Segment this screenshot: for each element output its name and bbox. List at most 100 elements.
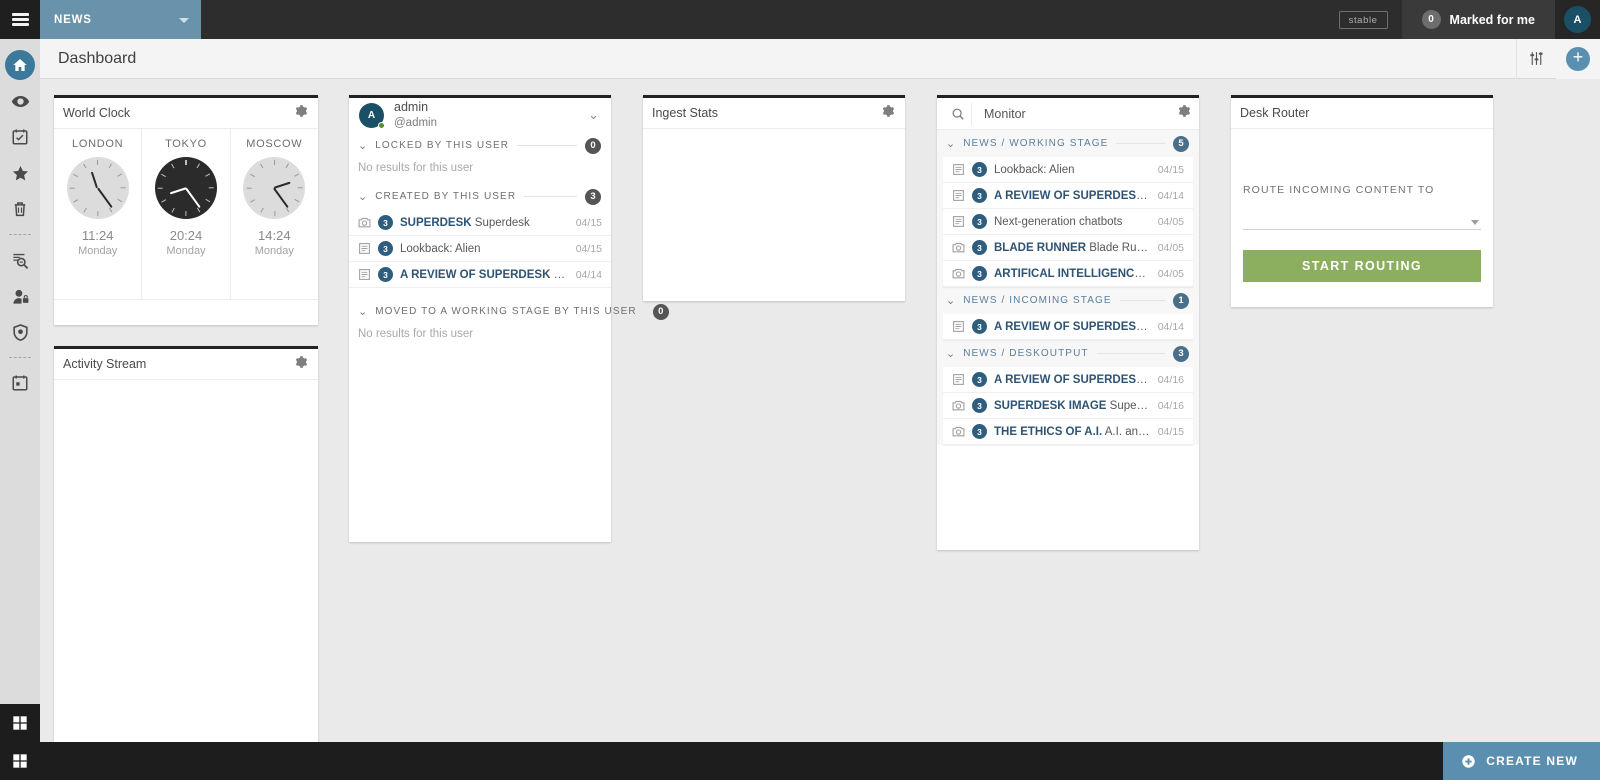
clock-city-label: LONDON: [72, 138, 124, 150]
clock-tick: [161, 198, 167, 203]
chevron-down-icon: ⌄: [358, 191, 368, 203]
sidebar-item-highlights[interactable]: [0, 155, 40, 191]
clock-london: LONDON 11:24 Monday: [54, 129, 141, 299]
search-icon[interactable]: [945, 107, 971, 121]
desk-selector[interactable]: NEWS: [40, 0, 201, 39]
item-date: 04/15: [1157, 163, 1184, 176]
list-item[interactable]: 3 Lookback: Alien 04/15: [943, 157, 1193, 183]
monitor-group-header[interactable]: ⌄ NEWS / WORKING STAGE 5: [937, 130, 1199, 157]
list-item[interactable]: 3 A REVIEW OF SUPERDESK Superdes… 04/14: [349, 262, 611, 288]
bottom-bar: CREATE NEW: [0, 742, 1600, 780]
rail-divider-2: [9, 357, 31, 358]
section-moved-to-working-stage[interactable]: ⌄ MOVED TO A WORKING STAGE BY THIS USER …: [349, 298, 669, 325]
search-input[interactable]: [971, 102, 1169, 125]
clock-day: Monday: [78, 245, 118, 257]
main-menu-button[interactable]: [0, 0, 40, 39]
dashboard-settings-button[interactable]: [1516, 38, 1556, 79]
group-count-badge: 5: [1173, 135, 1189, 152]
section-rule: [517, 145, 577, 146]
list-item[interactable]: 3 A REVIEW OF SUPERDESK Superd… 04/14: [943, 183, 1193, 209]
widget-title: Activity Stream: [63, 357, 147, 371]
widget-title: Desk Router: [1240, 106, 1310, 120]
monitor-group-header[interactable]: ⌄ NEWS / INCOMING STAGE 1: [937, 287, 1199, 314]
list-item[interactable]: 3 A REVIEW OF SUPERDESK Superd… 04/16: [943, 367, 1193, 393]
clock-tick: [285, 207, 289, 213]
item-version-badge: 3: [972, 372, 987, 387]
add-widget-button[interactable]: +: [1556, 38, 1600, 79]
photo-icon: [952, 268, 965, 279]
user-lock-icon: [12, 289, 28, 304]
sidebar-item-tasks[interactable]: [0, 119, 40, 155]
clock-face: [66, 157, 129, 219]
list-item[interactable]: 3 ARTIFICAL INTELLIGENCE AND SC… 04/05: [943, 261, 1193, 287]
avatar: A: [1564, 6, 1591, 33]
user-avatar-button[interactable]: A: [1555, 0, 1600, 39]
monitor-search-bar: [937, 98, 1199, 130]
clock-tick: [96, 211, 99, 216]
sidebar-item-dashboard[interactable]: [0, 47, 40, 83]
item-title: ARTIFICAL INTELLIGENCE AND SC…: [994, 267, 1151, 280]
item-title: Lookback: Alien: [994, 163, 1075, 176]
sidebar-item-planning[interactable]: [0, 365, 40, 401]
clock-tick: [297, 187, 303, 189]
clock-tick: [73, 173, 79, 178]
item-version-badge: 3: [972, 240, 987, 255]
ingest-stats-header: Ingest Stats: [643, 98, 905, 129]
widget-title: World Clock: [63, 106, 131, 120]
list-item[interactable]: 3 SUPERDESK Superdesk 04/15: [349, 210, 611, 236]
apps-launcher-button[interactable]: [0, 704, 40, 742]
list-item[interactable]: 3 A REVIEW OF SUPERDESK Superd… 04/14: [943, 314, 1193, 340]
clock-time: 11:24: [81, 228, 114, 243]
group-label: NEWS / DESKOUTPUT: [963, 348, 1089, 359]
sidebar-item-user-management[interactable]: [0, 278, 40, 314]
item-title: A REVIEW OF SUPERDESK Superd…: [994, 189, 1151, 202]
grid-windows-icon: [13, 754, 27, 768]
list-item[interactable]: 3 Next-generation chatbots 04/05: [943, 209, 1193, 235]
item-version-badge: 3: [972, 162, 987, 177]
top-bar: NEWS stable 0 Marked for me A: [0, 0, 1600, 39]
item-date: 04/05: [1157, 241, 1184, 254]
sidebar-item-search[interactable]: [0, 242, 40, 278]
section-locked-by-user[interactable]: ⌄ LOCKED BY THIS USER 0: [349, 132, 611, 159]
activity-stream-widget: Activity Stream: [54, 346, 318, 746]
item-title: A REVIEW OF SUPERDESK Superd…: [994, 320, 1151, 333]
sidebar-item-spike[interactable]: [0, 191, 40, 227]
chevron-down-icon[interactable]: ⌄: [588, 107, 599, 123]
marked-for-me-button[interactable]: 0 Marked for me: [1401, 0, 1555, 39]
gear-icon[interactable]: [294, 104, 308, 123]
version-chip: stable: [1338, 10, 1388, 29]
shield-icon: [12, 323, 28, 341]
list-item[interactable]: 3 BLADE RUNNER Blade Runner 04/05: [943, 235, 1193, 261]
route-target-select[interactable]: [1243, 208, 1481, 230]
photo-icon: [952, 426, 965, 437]
section-count-badge: 0: [652, 303, 669, 320]
created-items-list: 3 SUPERDESK Superdesk 04/15 3 Lookback: Alie…: [349, 210, 611, 288]
desk-router-header: Desk Router: [1231, 98, 1493, 129]
gear-icon[interactable]: [1169, 104, 1199, 123]
clock-minute-hand: [96, 187, 113, 208]
chevron-down-icon: [179, 17, 189, 23]
item-version-badge: 3: [378, 215, 393, 230]
section-label: LOCKED BY THIS USER: [375, 140, 510, 151]
gear-icon[interactable]: [881, 104, 895, 123]
item-date: 04/16: [1157, 399, 1184, 412]
clock-tick: [171, 207, 176, 213]
sidebar-item-monitoring[interactable]: [0, 83, 40, 119]
rail-divider: [9, 234, 31, 235]
text-icon: [953, 321, 964, 332]
list-item[interactable]: 3 THE ETHICS OF A.I. A.I. and Ethics 04/15: [943, 419, 1193, 445]
create-new-button[interactable]: CREATE NEW: [1443, 742, 1600, 780]
list-item[interactable]: 3 Lookback: Alien 04/15: [349, 236, 611, 262]
item-date: 04/15: [575, 216, 602, 229]
start-routing-button[interactable]: START ROUTING: [1243, 250, 1481, 282]
monitor-group-header[interactable]: ⌄ NEWS / DESKOUTPUT 3: [937, 340, 1199, 367]
list-item[interactable]: 3 SUPERDESK IMAGE Superdesk 04/16: [943, 393, 1193, 419]
clock-tick: [249, 173, 255, 178]
apps-button[interactable]: [0, 742, 40, 780]
dashboard-column-3: Ingest Stats: [643, 95, 905, 301]
clock-tick: [205, 173, 211, 178]
sidebar-item-privileges[interactable]: [0, 314, 40, 350]
gear-icon[interactable]: [294, 355, 308, 374]
clock-tick: [185, 160, 187, 165]
section-created-by-user[interactable]: ⌄ CREATED BY THIS USER 3: [349, 183, 611, 210]
